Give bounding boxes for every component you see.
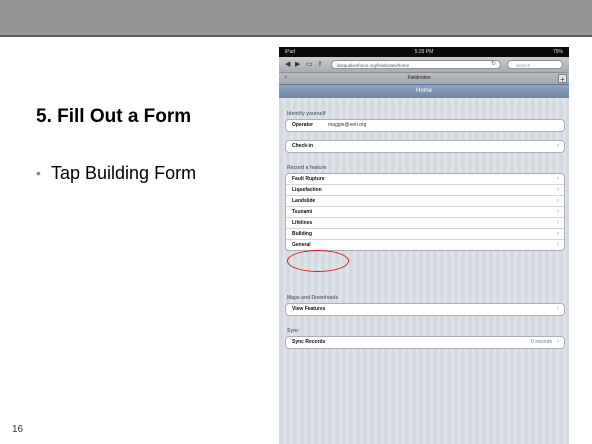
search-input[interactable]: Search	[507, 60, 563, 69]
record-row-lifelines[interactable]: Lifelines ›	[286, 218, 564, 229]
group-sync: Sync Records 0 records ›	[285, 336, 565, 349]
back-icon[interactable]: ◀	[285, 60, 290, 69]
record-item-label: Tsunami	[292, 209, 313, 215]
view-features-label: View Features	[292, 306, 326, 312]
chevron-right-icon: ›	[557, 143, 559, 149]
records-count: 0 records	[531, 339, 552, 345]
view-features-row[interactable]: View Features ›	[286, 304, 564, 315]
record-item-label: Building	[292, 231, 312, 237]
chevron-right-icon: ›	[557, 220, 559, 226]
page-number: 16	[12, 424, 24, 435]
group-maps: View Features ›	[285, 303, 565, 316]
highlight-circle	[287, 250, 349, 272]
group-checkin: Check-in ›	[285, 140, 565, 153]
record-row-general[interactable]: General ›	[286, 240, 564, 250]
operator-value[interactable]: maggie@eeri.org	[328, 120, 366, 131]
status-time: 5:29 PM	[414, 49, 434, 55]
slide-title-bar	[0, 0, 592, 35]
record-row-building[interactable]: Building ›	[286, 229, 564, 240]
bullet-text: Tap Building Form	[51, 163, 197, 183]
chevron-right-icon: ›	[557, 176, 559, 182]
record-item-label: Liquefaction	[292, 187, 322, 193]
group-operator: Operator maggie@eeri.org	[285, 119, 565, 132]
bullet-item: • Tap Building Form	[36, 162, 256, 184]
tab-strip: × Fieldnotes +	[279, 73, 569, 84]
chevron-right-icon: ›	[557, 209, 559, 215]
record-row-landslide[interactable]: Landslide ›	[286, 196, 564, 207]
status-bar: iPad 5:29 PM 79%	[279, 47, 569, 57]
bookmarks-icon[interactable]: ▭	[306, 60, 313, 69]
url-field[interactable]: ilasquakesforce.org/fieldnotes/home	[331, 60, 501, 69]
chevron-right-icon: ›	[557, 242, 559, 248]
record-item-label: General	[292, 242, 311, 248]
group-record-features: Fault Rupture › Liquefaction › Landslide…	[285, 173, 565, 251]
operator-row[interactable]: Operator maggie@eeri.org	[286, 120, 564, 131]
bullet-dot-icon: •	[36, 165, 41, 181]
checkin-row[interactable]: Check-in ›	[286, 141, 564, 152]
chevron-right-icon: ›	[557, 339, 559, 345]
record-row-fault-rupture[interactable]: Fault Rupture ›	[286, 174, 564, 185]
chevron-right-icon: ›	[557, 306, 559, 312]
forward-icon[interactable]: ▶	[295, 60, 300, 69]
section-label-identify: Identify yourself	[287, 111, 326, 117]
operator-label: Operator	[292, 122, 314, 128]
slide-divider	[0, 35, 592, 37]
checkin-label: Check-in	[292, 143, 314, 149]
app-header: Home	[279, 84, 569, 98]
section-label-record: Record a feature	[287, 165, 327, 171]
battery-label: 79%	[552, 49, 563, 55]
add-tab-button[interactable]: +	[558, 74, 567, 84]
reload-icon[interactable]: ↻	[491, 60, 496, 69]
tab-title[interactable]: Fieldnotes	[279, 73, 559, 84]
sync-records-row[interactable]: Sync Records 0 records ›	[286, 337, 564, 348]
record-row-tsunami[interactable]: Tsunami ›	[286, 207, 564, 218]
share-icon[interactable]: ⇪	[317, 60, 323, 69]
chevron-right-icon: ›	[557, 198, 559, 204]
record-row-liquefaction[interactable]: Liquefaction ›	[286, 185, 564, 196]
chevron-right-icon: ›	[557, 187, 559, 193]
record-item-label: Lifelines	[292, 220, 313, 226]
section-label-sync: Sync	[287, 328, 299, 334]
browser-toolbar: ◀ ▶ ▭ ⇪ ilasquakesforce.org/fieldnotes/h…	[279, 57, 569, 73]
slide-title: 5. Fill Out a Form	[36, 106, 192, 127]
section-label-maps: Maps and Downloads	[287, 295, 339, 301]
record-item-label: Landslide	[292, 198, 316, 204]
chevron-right-icon: ›	[557, 231, 559, 237]
ipad-screenshot: iPad 5:29 PM 79% ◀ ▶ ▭ ⇪ ilasquakesforce…	[279, 47, 569, 444]
record-item-label: Fault Rupture	[292, 176, 325, 182]
sync-records-label: Sync Records	[292, 339, 326, 345]
